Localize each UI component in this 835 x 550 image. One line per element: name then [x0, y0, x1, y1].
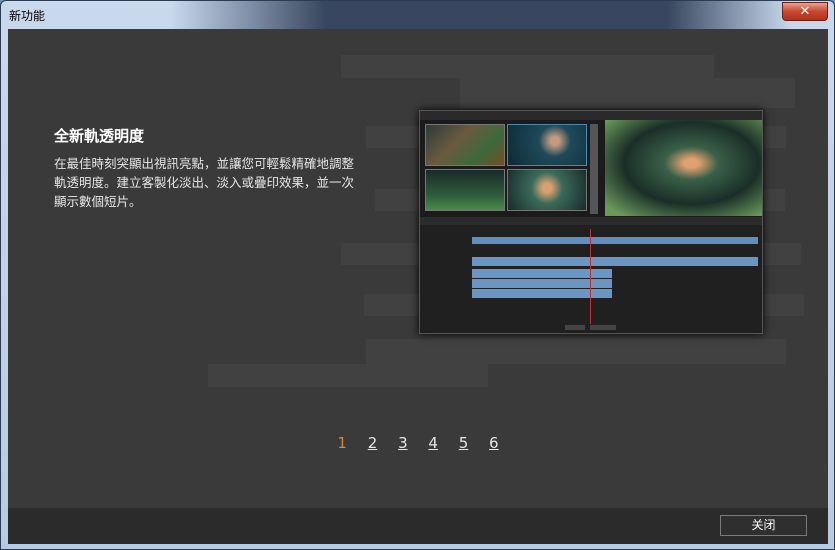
preview-scrollbar: [590, 124, 598, 214]
timeline-ok-button: [565, 325, 585, 330]
preview-thumbnail: [507, 124, 587, 166]
window-close-button[interactable]: ✕: [782, 2, 828, 21]
content-panel: 全新軌透明度 在最佳時刻突顯出視訊亮點，並讓您可輕鬆精確地調整軌透明度。建立客製…: [8, 29, 828, 508]
timeline-cancel-button: [590, 325, 616, 330]
close-button[interactable]: 关闭: [720, 515, 807, 536]
preview-thumbnail: [425, 169, 505, 211]
page-link-3[interactable]: 3: [398, 434, 408, 452]
feature-preview-image: [419, 110, 763, 334]
bg-shape: [460, 78, 795, 108]
timeline-toolbar: [420, 217, 762, 225]
preview-timeline: [420, 217, 762, 333]
timeline-waveform: [472, 279, 612, 288]
title-bar-background: [171, 1, 791, 29]
preview-toolbar: [420, 111, 762, 120]
page-link-2[interactable]: 2: [368, 434, 378, 452]
bg-shape: [341, 55, 714, 78]
preview-thumbnail: [507, 169, 587, 211]
timeline-waveform: [472, 257, 758, 266]
feature-description: 在最佳時刻突顯出視訊亮點，並讓您可輕鬆精確地調整軌透明度。建立客製化淡出、淡入或…: [54, 156, 355, 209]
preview-main-frame: [605, 120, 762, 216]
page-link-5[interactable]: 5: [459, 434, 469, 452]
bg-shape: [208, 364, 488, 387]
window-title: 新功能: [9, 9, 46, 23]
timeline-playhead: [590, 229, 591, 324]
bg-shape: [366, 339, 786, 364]
preview-thumbnail: [425, 124, 505, 166]
timeline-waveform: [472, 269, 612, 278]
page-navigation: 1 2 3 4 5 6: [8, 434, 828, 456]
page-link-1[interactable]: 1: [337, 434, 347, 452]
page-link-6[interactable]: 6: [489, 434, 499, 452]
close-icon: ✕: [799, 4, 811, 19]
feature-heading: 全新軌透明度: [54, 127, 145, 145]
dialog-window: 新功能 ✕ 全新軌透明度 在最佳時刻突顯出視訊亮點，並讓您可輕鬆精確地調整軌透明…: [0, 0, 835, 550]
title-bar: 新功能 ✕: [1, 1, 834, 29]
page-link-4[interactable]: 4: [428, 434, 438, 452]
timeline-waveform: [472, 289, 612, 298]
timeline-track-bar: [472, 237, 758, 244]
dialog-footer: 关闭: [8, 508, 828, 544]
